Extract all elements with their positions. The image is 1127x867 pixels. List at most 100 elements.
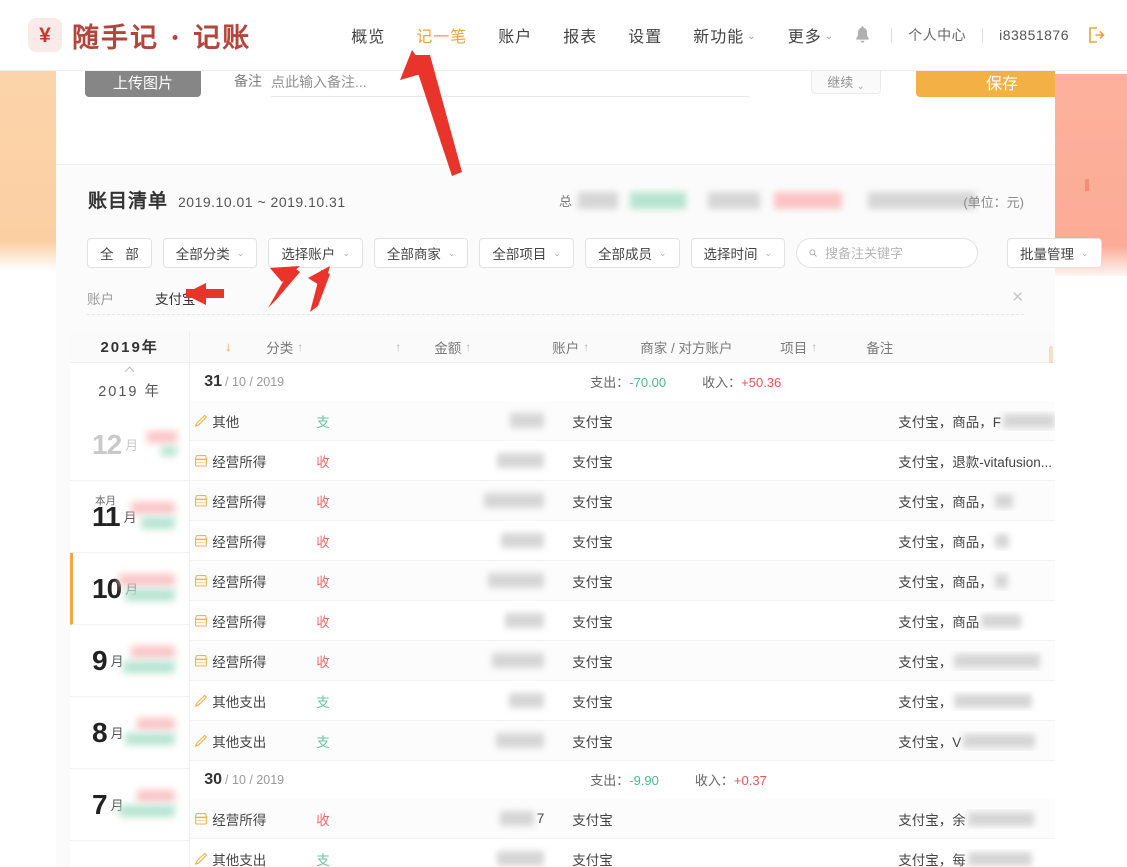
chevron-up-icon[interactable] [70,363,189,380]
logout-icon[interactable] [1087,26,1105,44]
nav-item-account[interactable]: 账户 [498,23,532,47]
cell-memo: 支付宝，V [898,731,1055,751]
nav-label: 设置 [628,29,663,46]
chevron-down-icon: ⌄ [447,247,456,258]
column-label: 分类 [266,340,294,356]
cell-type: 收 [316,614,330,630]
column-category[interactable]: 分类 ↑ [266,337,362,357]
day-expense-total: 支出：-70.00 [590,375,667,390]
column-account[interactable]: 账户 ↑ [552,337,640,357]
nav-item-report[interactable]: 报表 [563,23,597,47]
filter-all-button[interactable]: 全 部 [87,238,152,268]
cell-amount [390,573,558,588]
table-row[interactable]: 经营所得 收 支付宝 支付宝，商品， [190,561,1055,601]
user-id-label: i83851876 [999,27,1069,43]
month-amount-bars [117,789,177,820]
batch-manage-dropdown[interactable]: 批量管理 ⌄ [1007,238,1102,268]
table-row[interactable]: 其他支出 支 支付宝 支付宝，每 [190,839,1055,867]
unit-label: (单位：元) [963,195,1024,210]
month-item-11[interactable]: 本月 11 月 [70,481,190,553]
filter-label: 选择账户 [281,247,336,262]
nav-item-record[interactable]: 记一笔 [416,23,467,47]
shop-icon [194,494,208,507]
column-label: 项目 [780,340,808,356]
table-row[interactable]: 经营所得 收 支付宝 支付宝，商品， [190,481,1055,521]
cell-type: 收 [316,574,330,590]
nav-item-new-features[interactable]: 新功能 ⌄ [693,23,756,47]
column-merchant[interactable]: 商家 / 对方账户 [640,337,780,357]
user-center-link[interactable]: 个人中心 [908,25,966,45]
cell-type: 支 [316,694,330,710]
cell-account: 支付宝 [572,734,613,750]
search-icon [809,249,817,257]
chevron-down-icon: ⌄ [764,247,773,258]
category-icon [190,851,212,867]
month-amount-bars [117,573,177,604]
cell-account: 支付宝 [572,654,613,670]
search-input[interactable] [825,245,966,261]
table-row[interactable]: 其他支出 支 支付宝 支付宝，V [190,721,1055,761]
table-row[interactable]: 经营所得 收 7 支付宝 支付宝，余 [190,799,1055,839]
cell-account: 支付宝 [572,494,613,510]
list-content: 2019年 2019 年 12 月 本月 11 月 10 9 月 8 月 7 月… [70,331,1055,867]
chevron-down-icon: ⌄ [236,247,245,258]
column-project[interactable]: 项目 ↑ [780,337,866,357]
filter-category-dropdown[interactable]: 全部分类 ⌄ [162,238,258,268]
search-box[interactable] [796,238,979,268]
filter-account-dropdown[interactable]: 选择账户 ⌄ [268,238,363,268]
nav-label: 账户 [498,29,533,46]
redacted-value [578,192,619,209]
cell-memo: 支付宝，商品 [898,611,1055,631]
month-item-7[interactable]: 7 月 [70,769,190,841]
month-item-9[interactable]: 9 月 [70,625,190,697]
cell-memo: 支付宝， [898,691,1055,711]
month-item-10[interactable]: 10 月 [70,553,190,625]
close-icon[interactable]: ✕ [1011,290,1024,305]
nav-item-more[interactable]: 更多 ⌄ [788,23,834,47]
cell-category: 其他支出 [212,694,267,710]
filter-merchant-dropdown[interactable]: 全部商家 ⌄ [373,238,469,268]
totals-summary: 总 [559,191,977,210]
notification-bell-icon[interactable] [849,22,875,48]
column-sort-date[interactable]: ↓ [190,339,266,354]
upload-image-button[interactable]: 上传图片 [85,71,201,97]
filter-time-dropdown[interactable]: 选择时间 ⌄ [690,238,786,268]
table-row[interactable]: 经营所得 收 支付宝 支付宝，商品 [190,601,1055,641]
column-amount[interactable]: 金额 ↑ [434,337,552,357]
category-icon [190,573,212,589]
table-row[interactable]: 经营所得 收 支付宝 支付宝， [190,641,1055,681]
chevron-down-icon: ⌄ [553,247,561,258]
filter-member-dropdown[interactable]: 全部成员 ⌄ [584,238,680,268]
brand-logo[interactable]: ¥ 随手记 · 记账 [28,16,251,55]
transaction-table: ↓ 分类 ↑ ↑ 金额 ↑ 账户 ↑ 商家 / 对方账户 项目 ↑ 备注 31/ 10 … [190,331,1055,867]
month-item-12[interactable]: 12 月 [70,409,190,481]
filter-project-dropdown[interactable]: 全部项目 ⌄ [479,238,574,268]
filter-label: 批量管理 [1020,247,1075,262]
category-icon [190,533,212,549]
cell-memo: 支付宝，退款-vitafusion... [898,454,1053,470]
save-button[interactable]: 保存 [916,71,1055,97]
column-type[interactable]: ↑ [362,340,434,354]
pencil-icon [195,852,208,865]
memo-input[interactable] [271,71,749,97]
category-icon [190,493,212,509]
memo-field-label: 备注 [234,73,262,89]
nav-item-settings[interactable]: 设置 [628,23,662,47]
shop-icon [194,654,208,667]
cell-amount [390,851,558,866]
table-row[interactable]: 经营所得 收 支付宝 支付宝，退款-vitafusion... [190,441,1055,481]
day-group-header: 30/ 10 / 2019 支出：-9.90 收入：+0.37 [190,761,1055,799]
account-list-panel: 账目清单 2019.10.01 ~ 2019.10.31 总 (单位：元) 全 … [56,164,1102,867]
table-row[interactable]: 其他 支 支付宝 支付宝，商品，F [190,401,1055,441]
redacted-value [774,192,843,209]
table-row[interactable]: 其他支出 支 支付宝 支付宝， [190,681,1055,721]
month-item-8[interactable]: 8 月 [70,697,190,769]
total-label: 总 [559,194,573,209]
arrow-up-icon: ↑ [297,339,304,354]
table-row[interactable]: 经营所得 收 支付宝 支付宝，商品， [190,521,1055,561]
nav-item-overview[interactable]: 概览 [351,23,385,47]
shop-icon [194,614,208,627]
cell-account: 支付宝 [572,812,613,828]
continue-button[interactable]: 继续 ⌄ [811,71,881,94]
current-month-tag: 本月 [95,495,116,507]
